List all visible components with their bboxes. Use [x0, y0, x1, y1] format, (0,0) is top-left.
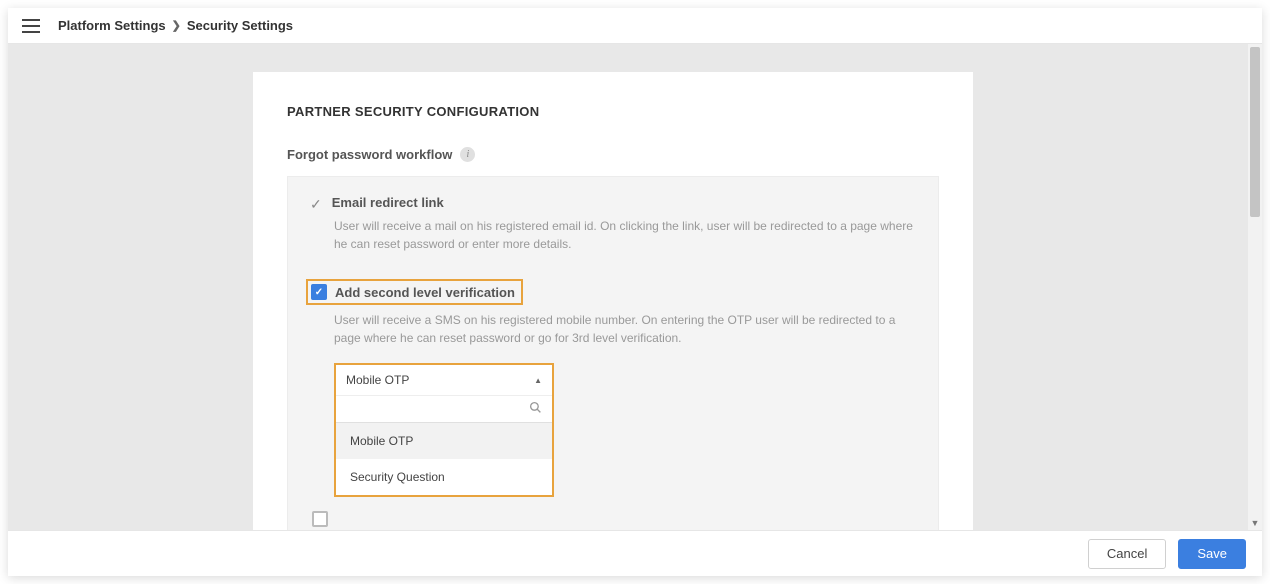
subtitle: Forgot password workflow: [287, 147, 452, 162]
dropdown-option-mobile-otp[interactable]: Mobile OTP: [336, 423, 552, 459]
info-icon[interactable]: i: [460, 147, 475, 162]
hamburger-icon[interactable]: [22, 19, 40, 33]
breadcrumb-item-2[interactable]: Security Settings: [187, 18, 293, 33]
dropdown-search-row[interactable]: [336, 395, 552, 423]
cancel-button[interactable]: Cancel: [1088, 539, 1166, 569]
scrollbar-thumb[interactable]: [1250, 47, 1260, 217]
option-email-redirect: ✓ Email redirect link: [310, 195, 916, 213]
dropdown-selected[interactable]: Mobile OTP ▲: [336, 365, 552, 395]
breadcrumb: Platform Settings ❯ Security Settings: [58, 18, 293, 33]
subtitle-row: Forgot password workflow i: [287, 147, 939, 162]
checkmark-icon: ✓: [310, 196, 322, 213]
options-panel: ✓ Email redirect link User will receive …: [287, 176, 939, 530]
option-2-title: Add second level verification: [335, 285, 515, 300]
option-1-title: Email redirect link: [332, 195, 444, 210]
scrollbar-down-icon[interactable]: ▼: [1248, 516, 1262, 530]
app-frame: Platform Settings ❯ Security Settings ▼ …: [8, 8, 1262, 576]
option-third-level: [312, 511, 916, 527]
content-area: ▼ PARTNER SECURITY CONFIGURATION Forgot …: [8, 44, 1262, 530]
footer-bar: Cancel Save: [8, 530, 1262, 576]
breadcrumb-item-1[interactable]: Platform Settings: [58, 18, 166, 33]
dropdown-selected-label: Mobile OTP: [346, 373, 409, 387]
search-icon: [529, 401, 542, 417]
topbar: Platform Settings ❯ Security Settings: [8, 8, 1262, 44]
save-button[interactable]: Save: [1178, 539, 1246, 569]
chevron-right-icon: ❯: [172, 19, 181, 32]
option-1-desc: User will receive a mail on his register…: [334, 217, 916, 253]
checkbox-third-level[interactable]: [312, 511, 328, 527]
caret-up-icon: ▲: [534, 376, 542, 385]
option-second-level-highlight: ✓ Add second level verification: [306, 279, 523, 305]
option-2-desc: User will receive a SMS on his registere…: [334, 311, 916, 347]
config-card: PARTNER SECURITY CONFIGURATION Forgot pa…: [253, 72, 973, 530]
verification-dropdown: Mobile OTP ▲ Mobile OTP Security Questio…: [334, 363, 554, 497]
checkbox-second-level[interactable]: ✓: [311, 284, 327, 300]
dropdown-option-security-question[interactable]: Security Question: [336, 459, 552, 495]
card-title: PARTNER SECURITY CONFIGURATION: [287, 104, 939, 119]
